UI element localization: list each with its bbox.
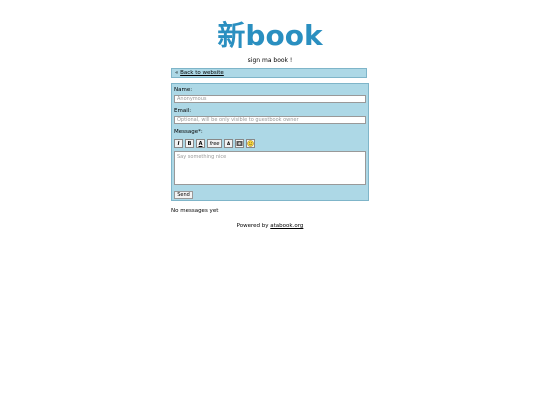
atabook-link[interactable]: atabook.org bbox=[270, 223, 303, 229]
back-bar: « Back to website bbox=[171, 68, 367, 78]
italic-button[interactable]: I bbox=[174, 139, 183, 148]
guestbook-form: Name: Anonymous Email: Optional, will be… bbox=[171, 83, 369, 201]
site-logo: 新book bbox=[217, 19, 323, 52]
page-tagline: sign ma book ! bbox=[247, 57, 293, 64]
name-input[interactable]: Anonymous bbox=[174, 95, 366, 103]
email-label: Email: bbox=[174, 108, 192, 114]
no-messages-text: No messages yet bbox=[171, 208, 219, 214]
powered-by-text: Powered by bbox=[236, 223, 269, 229]
send-button[interactable]: Send bbox=[174, 191, 193, 199]
message-textarea[interactable]: Say something nice bbox=[174, 151, 366, 185]
footer-powered: Powered by atabook.org bbox=[0, 223, 540, 229]
image-icon bbox=[236, 141, 243, 146]
back-prefix: « bbox=[175, 70, 179, 76]
name-label: Name: bbox=[174, 87, 193, 93]
smiley-button[interactable] bbox=[246, 139, 255, 148]
back-to-website-link[interactable]: Back to website bbox=[180, 70, 224, 76]
smiley-icon bbox=[247, 140, 254, 147]
underline-button[interactable]: A bbox=[196, 139, 205, 148]
free-button[interactable]: free bbox=[207, 139, 222, 148]
message-label: Message*: bbox=[174, 129, 203, 135]
font-size-button[interactable]: A bbox=[224, 139, 233, 148]
bold-button[interactable]: B bbox=[185, 139, 194, 148]
image-button[interactable] bbox=[235, 139, 244, 148]
email-input[interactable]: Optional, will be only visible to guestb… bbox=[174, 116, 366, 124]
